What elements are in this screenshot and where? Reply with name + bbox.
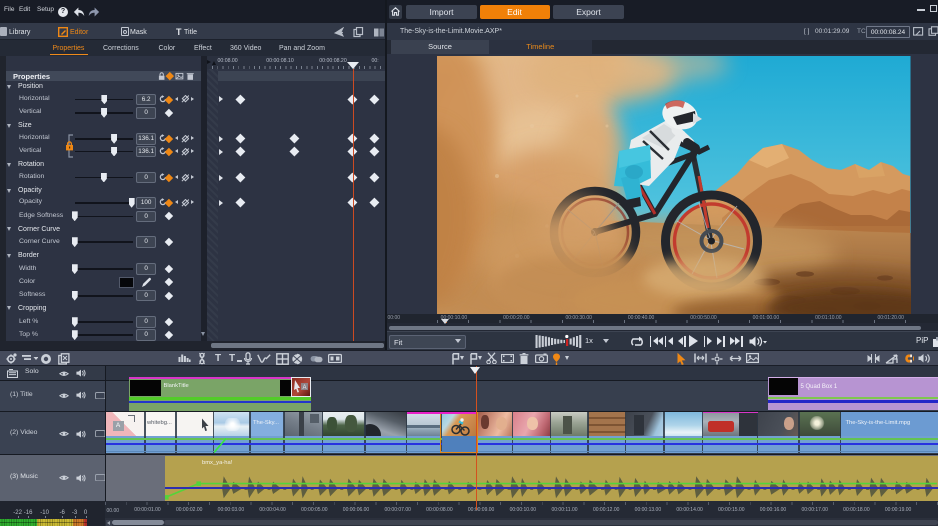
svg-text:A: A xyxy=(302,385,306,391)
